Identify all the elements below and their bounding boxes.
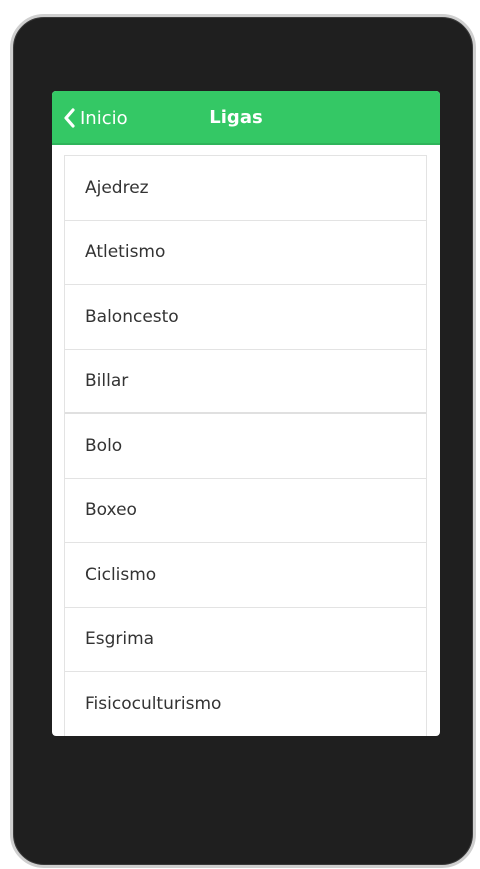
list-item-label: Baloncesto xyxy=(85,306,179,327)
list-item-label: Ciclismo xyxy=(85,564,157,585)
list-item[interactable]: Ciclismo xyxy=(65,543,426,608)
page-title: Ligas xyxy=(209,107,263,128)
list-item[interactable]: Baloncesto xyxy=(65,285,426,350)
list-item-label: Boxeo xyxy=(85,500,137,521)
list-item[interactable]: Boxeo xyxy=(65,478,426,543)
list-item[interactable]: Ajedrez xyxy=(65,156,426,221)
list-item-label: Bolo xyxy=(85,435,123,456)
list-item[interactable]: Atletismo xyxy=(65,220,426,285)
list-item[interactable]: Esgrima xyxy=(65,607,426,672)
list-item-label: Esgrima xyxy=(85,629,155,650)
leagues-list: Ajedrez Atletismo Baloncesto Billar Bolo… xyxy=(64,155,427,736)
list-item-label: Fisicoculturismo xyxy=(85,693,222,714)
list-item[interactable]: Bolo xyxy=(65,414,426,479)
list-item[interactable]: Billar xyxy=(65,349,426,414)
list-item-label: Atletismo xyxy=(85,242,166,263)
list-item[interactable]: Fisicoculturismo xyxy=(65,672,426,736)
list-item-label: Billar xyxy=(85,370,129,391)
header-bar: Inicio Ligas xyxy=(52,91,440,145)
list-item-label: Ajedrez xyxy=(85,177,149,198)
app-screen: Inicio Ligas Ajedrez Atletismo Baloncest… xyxy=(52,91,440,736)
